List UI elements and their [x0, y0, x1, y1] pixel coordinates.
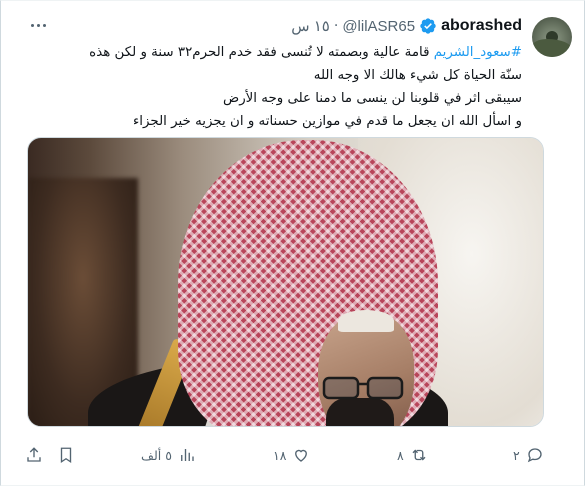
tweet-text-line: و اسأل الله ان يجعل ما قدم في موازين حسن…: [133, 114, 522, 129]
photo-cap-shape: [338, 310, 394, 332]
author-display-name[interactable]: aborashed: [441, 17, 522, 35]
more-options-button[interactable]: [27, 17, 49, 33]
views-chart-icon: [180, 449, 194, 461]
views-button[interactable]: ٥ ألف: [141, 441, 196, 469]
more-dot-icon: [42, 23, 46, 27]
tweet-text-line: سيبقى اثر في قلوبنا لن ينسى ما دمنا على …: [223, 91, 522, 106]
post-timestamp[interactable]: ١٥ س: [291, 17, 330, 35]
reply-button[interactable]: ٢: [513, 441, 544, 469]
reply-icon: [527, 448, 542, 463]
more-dot-icon: [30, 23, 34, 27]
share-icon: [27, 447, 41, 462]
repost-count: ٨: [397, 447, 404, 463]
reply-count: ٢: [513, 447, 520, 463]
tweet-text-line: سنّة الحياة كل شيء هالك الا وجه الله: [313, 68, 522, 83]
hashtag-link[interactable]: #سعود_الشريم: [434, 45, 522, 60]
tweet-text-segment: قامة عالية وبصمته لا تُنسى فقد خدم الحرم…: [89, 45, 434, 60]
repost-icon: [412, 449, 426, 461]
share-button[interactable]: [25, 441, 43, 469]
photo-glasses-shape: [322, 376, 404, 400]
tweet-card[interactable]: aborashed @lilASR65 · ١٥ س #سعود_الشريم …: [0, 0, 585, 486]
views-count: ٥ ألف: [141, 447, 172, 463]
avatar[interactable]: [532, 17, 572, 57]
like-count: ١٨: [273, 447, 287, 463]
photo-beard-shape: [326, 398, 394, 426]
tweet-photo[interactable]: [27, 137, 544, 427]
author-handle[interactable]: @lilASR65: [342, 18, 415, 35]
bookmark-icon: [60, 447, 72, 464]
bookmark-button[interactable]: [57, 441, 75, 469]
repost-button[interactable]: ٨: [397, 441, 428, 469]
tweet-text: #سعود_الشريم قامة عالية وبصمته لا تُنسى …: [7, 41, 522, 133]
header-separator: ·: [333, 18, 339, 34]
more-dot-icon: [36, 23, 40, 27]
tweet-text-line: #سعود_الشريم قامة عالية وبصمته لا تُنسى …: [7, 41, 522, 64]
avatar-hill-shape: [532, 39, 572, 57]
tweet-header: aborashed @lilASR65 · ١٥ س: [291, 14, 522, 38]
tweet-actions: ٥ ألف ١٨ ٨ ٢: [15, 441, 555, 469]
heart-icon: [295, 449, 308, 462]
verified-badge-icon[interactable]: [419, 17, 437, 35]
like-button[interactable]: ١٨: [273, 441, 310, 469]
